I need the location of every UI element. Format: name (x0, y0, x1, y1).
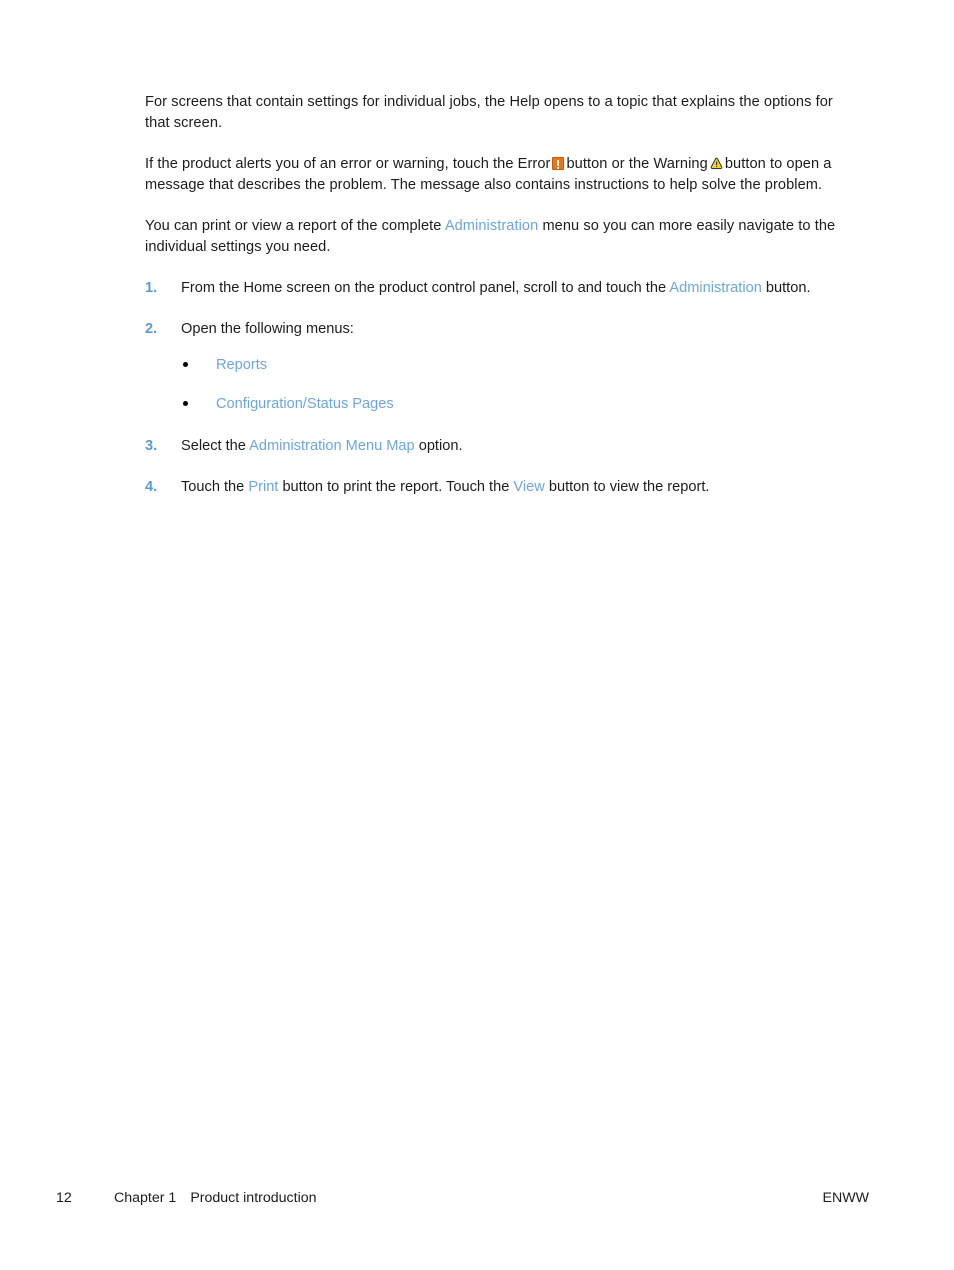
bullet-item-configuration-status-pages-label: Configuration/Status Pages (216, 396, 394, 412)
footer-chapter-title: Product introduction (190, 1190, 317, 1206)
step-3-text-a: Select the (181, 438, 246, 454)
error-icon (552, 157, 565, 170)
step-4-link-view[interactable]: View (513, 479, 544, 495)
bullet-item-configuration-status-pages[interactable]: Configuration/Status Pages (181, 394, 859, 414)
step-marker-1: 1. (145, 280, 158, 296)
paragraph-print-report: You can print or view a report of the co… (145, 216, 859, 257)
footer-page-number: 12 (56, 1190, 72, 1206)
step-marker-2: 2. (145, 320, 158, 337)
step-4-text-c: button to view the report. (548, 478, 710, 495)
bullet-item-reports[interactable]: Reports (181, 355, 859, 375)
footer-locale-code: ENWW (822, 1190, 870, 1206)
paragraph-error-warning-text-b: button or the Warning (566, 156, 708, 172)
step-item-4: 4. Touch the Print button to print the re… (145, 477, 859, 498)
menu-path-bullet-list: Reports Configuration/Status Pages (181, 355, 859, 414)
bullet-item-reports-label: Reports (216, 357, 268, 373)
page-content: For screens that contain settings for in… (145, 92, 859, 517)
step-marker-3: 3. (145, 438, 158, 454)
bullet-point-icon (183, 362, 188, 367)
paragraph-error-warning: If the product alerts you of an error or… (145, 154, 859, 195)
paragraph-help-topic: For screens that contain settings for in… (145, 92, 859, 133)
step-3-text-b: option. (418, 438, 463, 454)
step-3-link-administration-menu-map[interactable]: Administration Menu Map (249, 438, 414, 454)
step-4-text-b: button to print the report. Touch the (282, 478, 510, 495)
footer-chapter-label: Chapter 1 (114, 1190, 177, 1206)
step-2-text-a: Open the following menus: (181, 320, 354, 337)
document-page: For screens that contain settings for in… (0, 0, 954, 1270)
error-icon-dot (557, 167, 560, 169)
paragraph-print-report-text-a: You can print or view a report of the co… (145, 218, 442, 234)
footer-left-group: 12 Chapter 1 Product introduction (56, 1190, 317, 1206)
procedure-steps-list: 1. From the Home screen on the product co… (145, 278, 859, 497)
step-item-3: 3. Select the Administration Menu Map opt… (145, 436, 859, 457)
step-1-link-administration[interactable]: Administration (669, 280, 761, 296)
paragraph-error-warning-text-a: If the product alerts you of an error or… (145, 156, 551, 172)
bullet-point-icon (183, 401, 188, 406)
step-1-text-a: From the Home screen on the product cont… (181, 280, 667, 296)
step-1-text-b: button. (765, 280, 811, 296)
step-4-text-a: Touch the (181, 478, 245, 495)
error-icon-bar (557, 160, 560, 166)
paragraph-help-topic-text: For screens that contain settings for in… (145, 94, 833, 131)
link-administration[interactable]: Administration (445, 218, 539, 234)
step-4-link-print[interactable]: Print (248, 479, 278, 495)
step-item-2: 2. Open the following menus: Reports Conf… (145, 319, 859, 415)
step-item-1: 1. From the Home screen on the product co… (145, 278, 859, 299)
page-footer: 12 Chapter 1 Product introduction ENWW (56, 1190, 869, 1212)
warning-icon (710, 156, 723, 170)
step-marker-4: 4. (145, 478, 158, 495)
